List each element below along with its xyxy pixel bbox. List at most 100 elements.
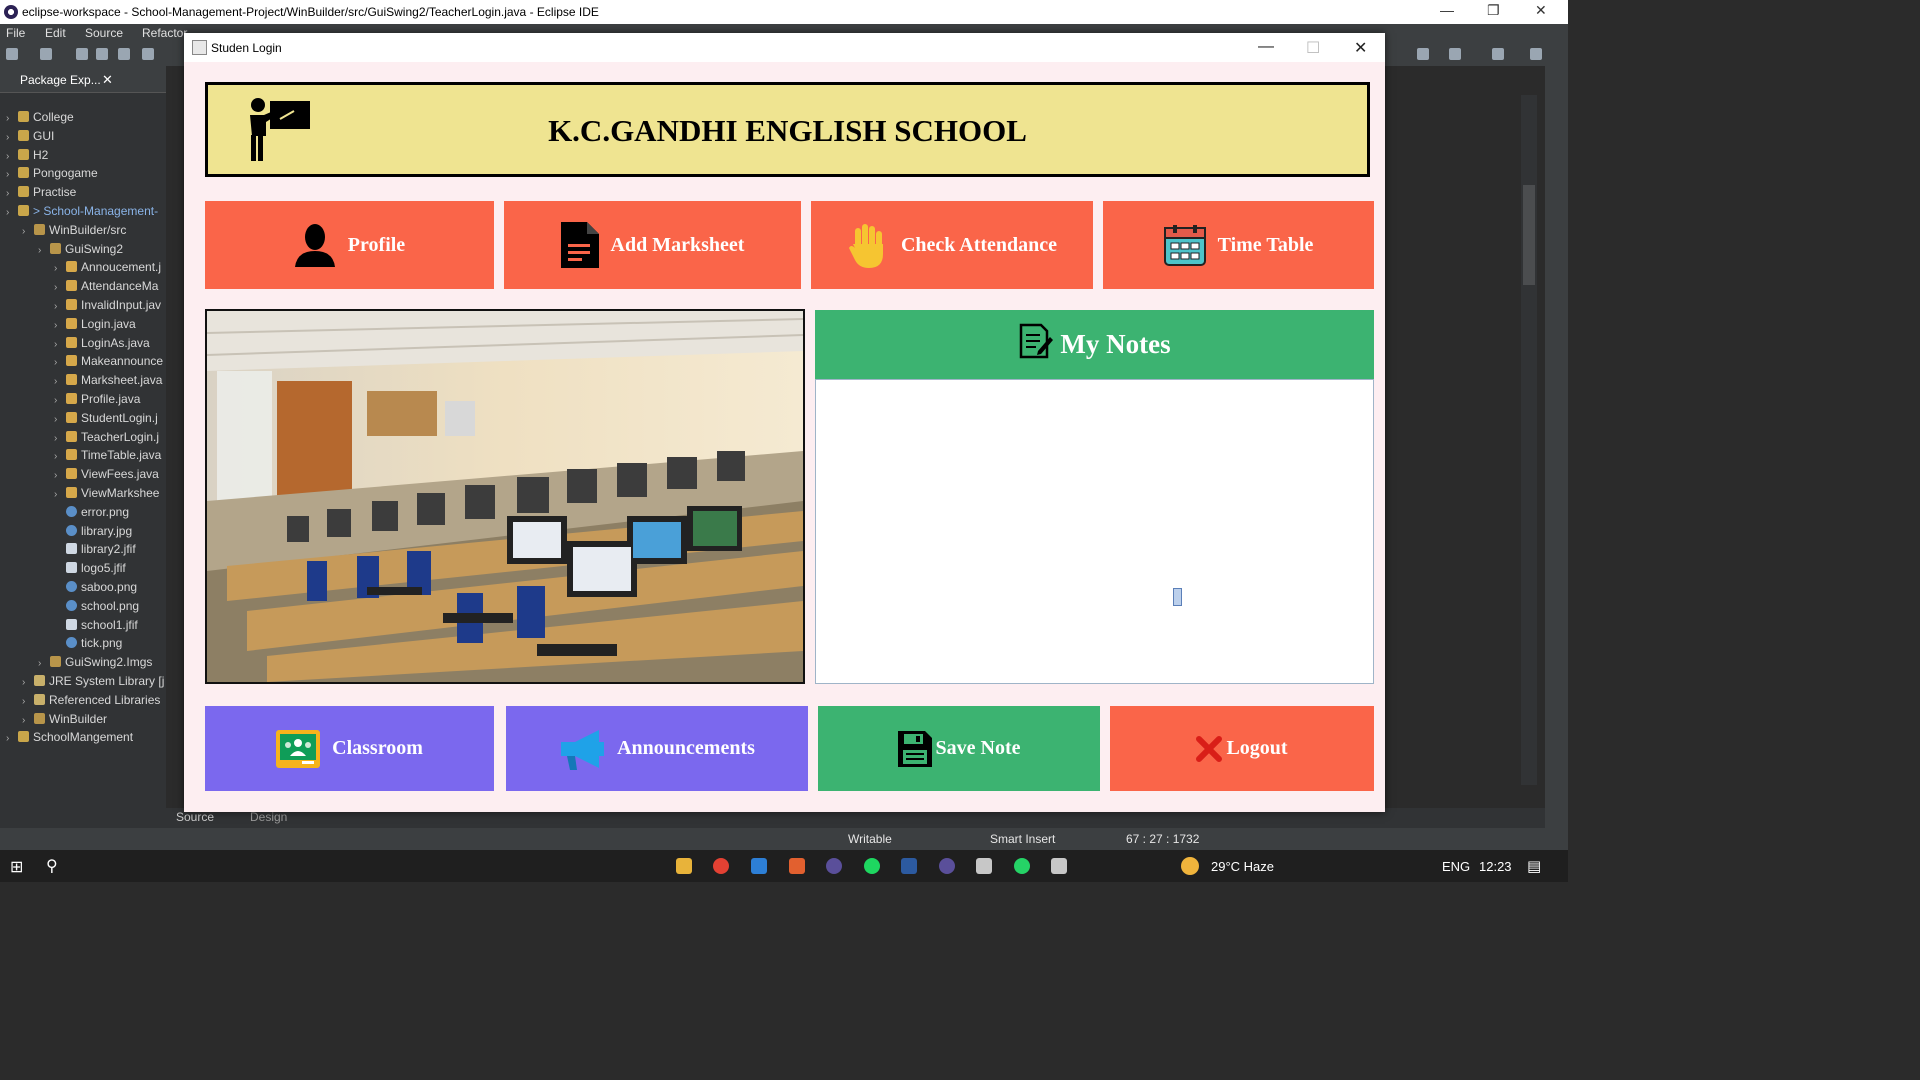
editor-scrollbar[interactable] [1521, 95, 1537, 785]
tree-item[interactable]: error.png [54, 505, 129, 523]
java-perspective-icon[interactable] [1492, 48, 1504, 60]
expand-chevron-icon[interactable]: › [6, 132, 18, 143]
menu-source[interactable]: Source [85, 26, 123, 40]
close-icon[interactable]: ✕ [1354, 38, 1367, 58]
save-icon[interactable] [76, 48, 88, 60]
tree-item[interactable]: › WinBuilder [22, 712, 107, 730]
close-view-icon[interactable]: ✕ [102, 72, 113, 88]
search-icon[interactable] [1417, 48, 1429, 60]
menu-file[interactable]: File [6, 26, 25, 40]
expand-chevron-icon[interactable]: › [6, 113, 18, 124]
expand-chevron-icon[interactable]: › [6, 733, 18, 744]
whatsapp-icon[interactable] [1014, 858, 1030, 874]
tree-item[interactable]: › AttendanceMa [54, 279, 158, 297]
tree-item[interactable]: library.jpg [54, 524, 132, 542]
language-indicator[interactable]: ENG [1442, 859, 1470, 874]
tree-item[interactable]: school1.jfif [54, 618, 138, 636]
notes-text-area[interactable] [815, 379, 1374, 684]
eclipse-icon[interactable] [826, 858, 842, 874]
search-icon[interactable]: ⚲ [46, 856, 58, 876]
expand-chevron-icon[interactable]: › [54, 470, 66, 481]
tree-item[interactable]: › StudentLogin.j [54, 411, 158, 429]
expand-chevron-icon[interactable]: › [38, 658, 50, 669]
tree-item[interactable]: › GUI [6, 129, 54, 147]
tree-item[interactable]: › TeacherLogin.j [54, 430, 159, 448]
tree-item[interactable]: logo5.jfif [54, 561, 126, 579]
expand-chevron-icon[interactable]: › [22, 715, 34, 726]
add-marksheet-button[interactable]: Add Marksheet [504, 201, 801, 289]
notification-icon[interactable]: ▤ [1527, 857, 1541, 875]
tree-item[interactable]: school.png [54, 599, 139, 617]
tree-item[interactable]: › H2 [6, 148, 48, 166]
minimize-icon[interactable]: — [1440, 2, 1454, 18]
expand-chevron-icon[interactable]: › [54, 282, 66, 293]
open-icon[interactable] [40, 48, 52, 60]
expand-chevron-icon[interactable]: › [54, 357, 66, 368]
tree-item[interactable]: › ViewFees.java [54, 467, 159, 485]
debug-icon[interactable] [142, 48, 154, 60]
tree-item[interactable]: library2.jfif [54, 542, 136, 560]
spotify-icon[interactable] [864, 858, 880, 874]
expand-chevron-icon[interactable]: › [22, 696, 34, 707]
file-explorer-icon[interactable] [676, 858, 692, 874]
tree-item[interactable]: › LoginAs.java [54, 336, 150, 354]
minimize-icon[interactable]: — [1258, 38, 1274, 56]
expand-chevron-icon[interactable]: › [54, 301, 66, 312]
tree-item[interactable]: › Makeannounce [54, 354, 163, 372]
perspective-icon[interactable] [1449, 48, 1461, 60]
tree-item[interactable]: › ViewMarkshee [54, 486, 159, 504]
profile-button[interactable]: Profile [205, 201, 494, 289]
new-icon[interactable] [6, 48, 18, 60]
expand-chevron-icon[interactable]: › [54, 263, 66, 274]
tree-item[interactable]: › GuiSwing2 [38, 242, 123, 260]
expand-chevron-icon[interactable]: › [6, 151, 18, 162]
tab-source[interactable]: Source [176, 810, 214, 824]
eclipse-icon-2[interactable] [939, 858, 955, 874]
expand-chevron-icon[interactable]: › [54, 451, 66, 462]
save-all-icon[interactable] [96, 48, 108, 60]
announcements-button[interactable]: Announcements [506, 706, 808, 791]
expand-chevron-icon[interactable]: › [54, 414, 66, 425]
menu-edit[interactable]: Edit [45, 26, 66, 40]
tree-item[interactable]: › College [6, 110, 74, 128]
restore-icon[interactable]: ❐ [1487, 2, 1500, 19]
expand-chevron-icon[interactable]: › [54, 339, 66, 350]
expand-chevron-icon[interactable]: › [54, 395, 66, 406]
time-table-button[interactable]: Time Table [1103, 201, 1374, 289]
tree-item[interactable]: › > School-Management- [6, 204, 158, 222]
logout-button[interactable]: Logout [1110, 706, 1374, 791]
expand-chevron-icon[interactable]: › [54, 489, 66, 500]
tree-item[interactable]: › WinBuilder/src [22, 223, 126, 241]
tree-item[interactable]: › Practise [6, 185, 76, 203]
expand-chevron-icon[interactable]: › [54, 320, 66, 331]
tree-item[interactable]: › InvalidInput.jav [54, 298, 161, 316]
tree-item[interactable]: › SchoolMangement [6, 730, 133, 748]
tree-item[interactable]: tick.png [54, 636, 122, 654]
close-icon[interactable]: ✕ [1535, 2, 1547, 19]
tree-item[interactable]: saboo.png [54, 580, 137, 598]
tree-item[interactable]: › Login.java [54, 317, 136, 335]
scrollbar-thumb[interactable] [1523, 185, 1535, 285]
expand-chevron-icon[interactable]: › [54, 376, 66, 387]
tree-item[interactable]: › Referenced Libraries [22, 693, 160, 711]
windows-start-icon[interactable]: ⊞ [10, 857, 23, 877]
debug-perspective-icon[interactable] [1530, 48, 1542, 60]
print-icon[interactable] [118, 48, 130, 60]
save-note-button[interactable]: Save Note [818, 706, 1100, 791]
tree-item[interactable]: › Profile.java [54, 392, 140, 410]
tree-item[interactable]: › Annoucement.j [54, 260, 161, 278]
expand-chevron-icon[interactable]: › [22, 226, 34, 237]
java-app-icon-2[interactable] [1051, 858, 1067, 874]
menu-refactor[interactable]: Refactor [142, 26, 187, 40]
java-app-icon[interactable] [976, 858, 992, 874]
expand-chevron-icon[interactable]: › [6, 207, 18, 218]
expand-chevron-icon[interactable]: › [38, 245, 50, 256]
expand-chevron-icon[interactable]: › [22, 677, 34, 688]
check-attendance-button[interactable]: Check Attendance [811, 201, 1093, 289]
xampp-icon[interactable] [789, 858, 805, 874]
clock[interactable]: 12:23 [1479, 859, 1512, 874]
maximize-icon[interactable]: ☐ [1306, 38, 1320, 58]
expand-chevron-icon[interactable]: › [54, 433, 66, 444]
tree-item[interactable]: › Pongogame [6, 166, 98, 184]
powershell-icon[interactable] [901, 858, 917, 874]
